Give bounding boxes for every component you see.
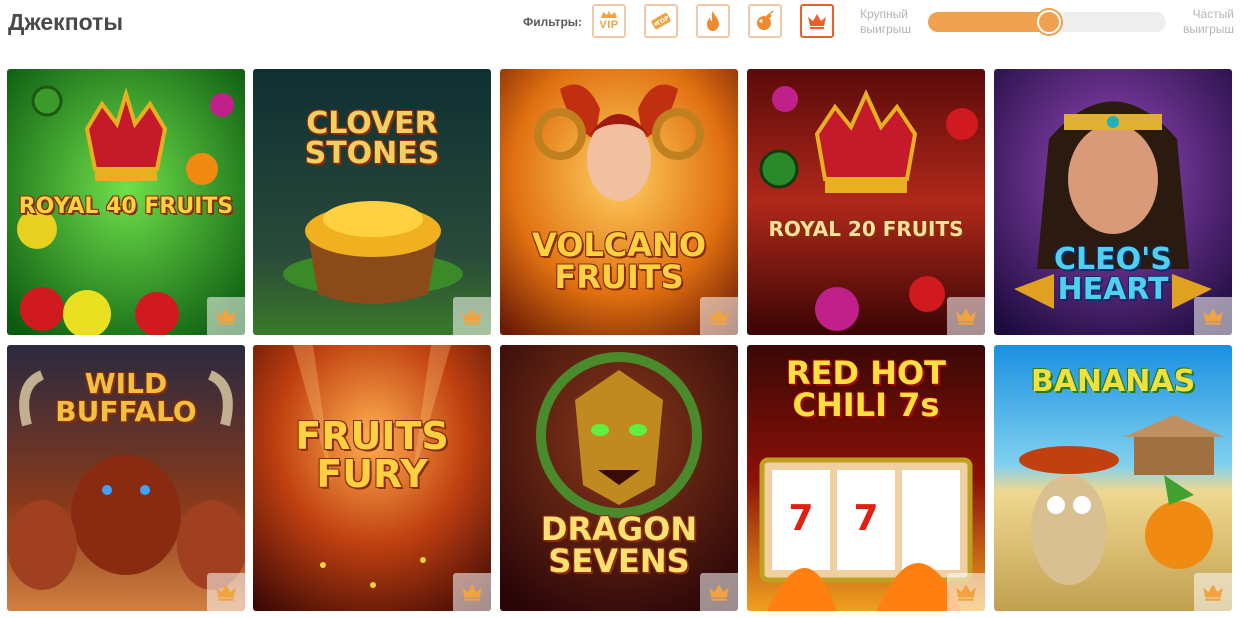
crown-icon: [956, 584, 976, 601]
game-tile-royal-20-fruits[interactable]: ROYAL 20 FRUITS: [747, 69, 985, 335]
filter-bomb-button[interactable]: [748, 4, 782, 38]
game-title: ROYAL 40 FRUITS: [18, 194, 234, 219]
bomb-icon: [757, 10, 774, 30]
flame-icon: [707, 11, 719, 31]
game-tile-wild-buffalo[interactable]: WILD BUFFALO: [7, 345, 245, 611]
big-win-line1: Крупный: [860, 7, 908, 21]
freq-win-line1: Частый: [1192, 7, 1235, 21]
big-win-line2: выигрыш: [860, 22, 912, 36]
jackpot-badge: [947, 573, 985, 611]
crown-icon: [216, 308, 236, 325]
crown-icon: [709, 584, 729, 601]
slider-label-big-win: Крупный выигрыш: [860, 7, 911, 37]
game-title: RED HOT CHILI 7s: [785, 354, 946, 424]
game-tile-cleos-heart[interactable]: CLEO'S HEART: [994, 69, 1232, 335]
top-tag-icon: TOP: [651, 12, 671, 30]
game-tile-bananas[interactable]: BANANAS: [994, 345, 1232, 611]
filters-label: Фильтры:: [523, 15, 583, 29]
svg-text:7: 7: [788, 498, 813, 539]
win-frequency-slider[interactable]: [928, 10, 1166, 34]
jackpot-badge: [453, 297, 491, 335]
filter-vip-button[interactable]: VIP: [592, 4, 626, 38]
crown-icon: [1203, 308, 1223, 325]
jackpot-badge: [1194, 573, 1232, 611]
crown-icon: [216, 584, 236, 601]
game-title: BANANAS: [1030, 364, 1196, 399]
crown-icon: [709, 308, 729, 325]
jackpot-badge: [453, 573, 491, 611]
game-art: [747, 69, 985, 335]
game-title: WILD BUFFALO: [55, 367, 197, 428]
vip-label: VIP: [599, 19, 619, 31]
game-title: CLOVER STONES: [304, 106, 440, 171]
freq-win-line2: выигрыш: [1182, 22, 1234, 36]
game-tile-clover-stones[interactable]: CLOVER STONES: [253, 69, 491, 335]
jackpot-badge: [700, 297, 738, 335]
page-title: Джекпоты: [8, 9, 123, 35]
crown-icon: [956, 308, 976, 325]
jackpot-badge: [1194, 297, 1232, 335]
game-title: VOLCANO FRUITS: [531, 226, 707, 296]
game-title: ROYAL 20 FRUITS: [768, 217, 964, 241]
game-tile-volcano-fruits[interactable]: VOLCANO FRUITS: [500, 69, 738, 335]
crown-icon: [808, 14, 826, 29]
filter-jackpot-button[interactable]: [800, 4, 834, 38]
crown-icon: [1203, 584, 1223, 601]
game-tile-royal-40-fruits[interactable]: ROYAL 40 FRUITS: [7, 69, 245, 335]
crown-icon: [462, 308, 482, 325]
jackpot-badge: [207, 297, 245, 335]
jackpot-badge: [700, 573, 738, 611]
game-title: CLEO'S HEART: [1054, 242, 1172, 307]
game-title: DRAGON SEVENS: [540, 510, 698, 580]
filter-top-button[interactable]: TOP: [644, 4, 678, 38]
svg-text:7: 7: [853, 498, 878, 539]
game-tile-fruits-fury[interactable]: FRUITS FURY: [253, 345, 491, 611]
crown-icon: [462, 584, 482, 601]
slider-label-frequent-win: Частый выигрыш: [1170, 7, 1234, 37]
game-tile-red-hot-chili-7s[interactable]: 7 7 RED HOT CHILI 7s: [747, 345, 985, 611]
game-tile-dragon-sevens[interactable]: DRAGON SEVENS: [500, 345, 738, 611]
jackpot-badge: [947, 297, 985, 335]
game-title: FRUITS FURY: [295, 414, 449, 496]
filter-hot-button[interactable]: [696, 4, 730, 38]
vip-icon: VIP: [599, 11, 618, 31]
slider-knob[interactable]: [1037, 10, 1061, 34]
jackpot-badge: [207, 573, 245, 611]
